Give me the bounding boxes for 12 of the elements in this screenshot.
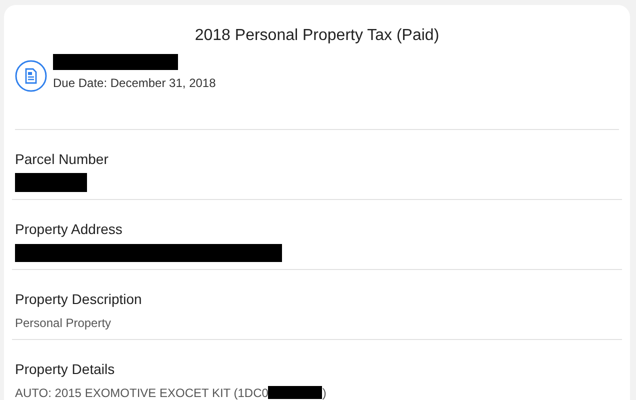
field-label: Parcel Number [15,151,108,167]
bill-title: 2018 Personal Property Tax (Paid) [194,26,440,46]
field-value: ) [322,384,326,400]
field-label: Property Address [15,221,122,237]
field-label: Property Details [15,361,115,377]
field-label: Property Description [15,291,142,307]
field-value: AUTO: 2015 EXOMOTIVE EXOCET KIT (1DC0 [15,384,268,400]
redaction-bar [15,173,87,192]
redaction-bar [268,386,322,399]
due-date: Due Date: December 31, 2018 [53,75,216,92]
field-value: Personal Property [15,314,112,332]
document-icon [15,60,47,92]
